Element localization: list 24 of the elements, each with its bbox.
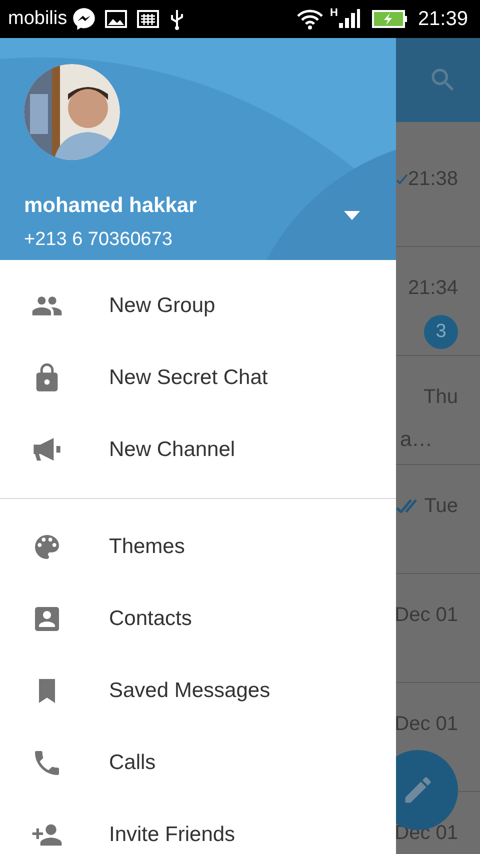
clock: 21:39 xyxy=(418,7,468,32)
battery-icon xyxy=(372,9,408,29)
menu-item[interactable]: Calls xyxy=(0,727,396,799)
messenger-icon xyxy=(71,6,98,32)
menu-item[interactable]: Contacts xyxy=(0,583,396,655)
menu-item[interactable]: Themes xyxy=(0,511,396,583)
profile-phone: +213 6 70360673 xyxy=(24,228,172,252)
usb-icon xyxy=(169,8,186,30)
carrier-name: mobilis xyxy=(8,6,68,31)
network-type: H xyxy=(330,6,338,21)
menu-item[interactable]: Saved Messages xyxy=(0,655,396,727)
dropdown-arrow-icon[interactable] xyxy=(344,211,360,221)
menu-item[interactable]: New Channel xyxy=(0,414,396,486)
signal-icon xyxy=(338,8,360,30)
unread-badge: 3 xyxy=(424,315,458,349)
menu-item[interactable]: Invite Friends xyxy=(0,799,396,854)
profile-name: mohamed hakkar xyxy=(24,193,197,219)
image-icon xyxy=(105,9,128,29)
double-check-icon xyxy=(396,499,418,513)
menu-item[interactable]: New Secret Chat xyxy=(0,342,396,414)
menu-item[interactable]: New Group xyxy=(0,270,396,342)
keyboard-icon xyxy=(137,10,160,28)
check-icon xyxy=(396,174,408,184)
wifi-icon xyxy=(296,8,324,30)
